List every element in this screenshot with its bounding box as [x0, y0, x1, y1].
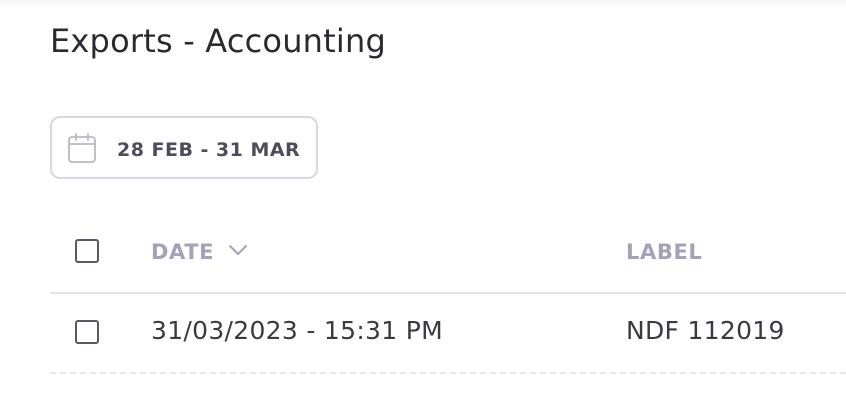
date-range-picker[interactable]: 28 FEB -31 MAR	[50, 116, 318, 179]
chevron-down-icon[interactable]	[227, 242, 249, 258]
row-checkbox[interactable]	[75, 320, 99, 344]
table-row[interactable]: 31/03/2023 - 15:31 PM NDF 112019	[50, 294, 846, 374]
table-header: DATE LABEL	[50, 222, 846, 294]
calendar-icon	[68, 133, 96, 163]
date-range-separator: -	[200, 139, 209, 161]
date-range-start: 28 FEB	[117, 139, 194, 161]
select-all-checkbox[interactable]	[75, 239, 99, 263]
column-header-label[interactable]: LABEL	[626, 240, 702, 264]
date-range-label: 28 FEB -31 MAR	[117, 139, 300, 161]
row-date: 31/03/2023 - 15:31 PM	[151, 316, 443, 345]
row-label: NDF 112019	[626, 316, 785, 345]
date-range-end: 31 MAR	[215, 139, 301, 161]
page-title: Exports - Accounting	[50, 22, 386, 60]
column-header-date[interactable]: DATE	[151, 240, 214, 264]
top-shadow	[0, 0, 846, 8]
